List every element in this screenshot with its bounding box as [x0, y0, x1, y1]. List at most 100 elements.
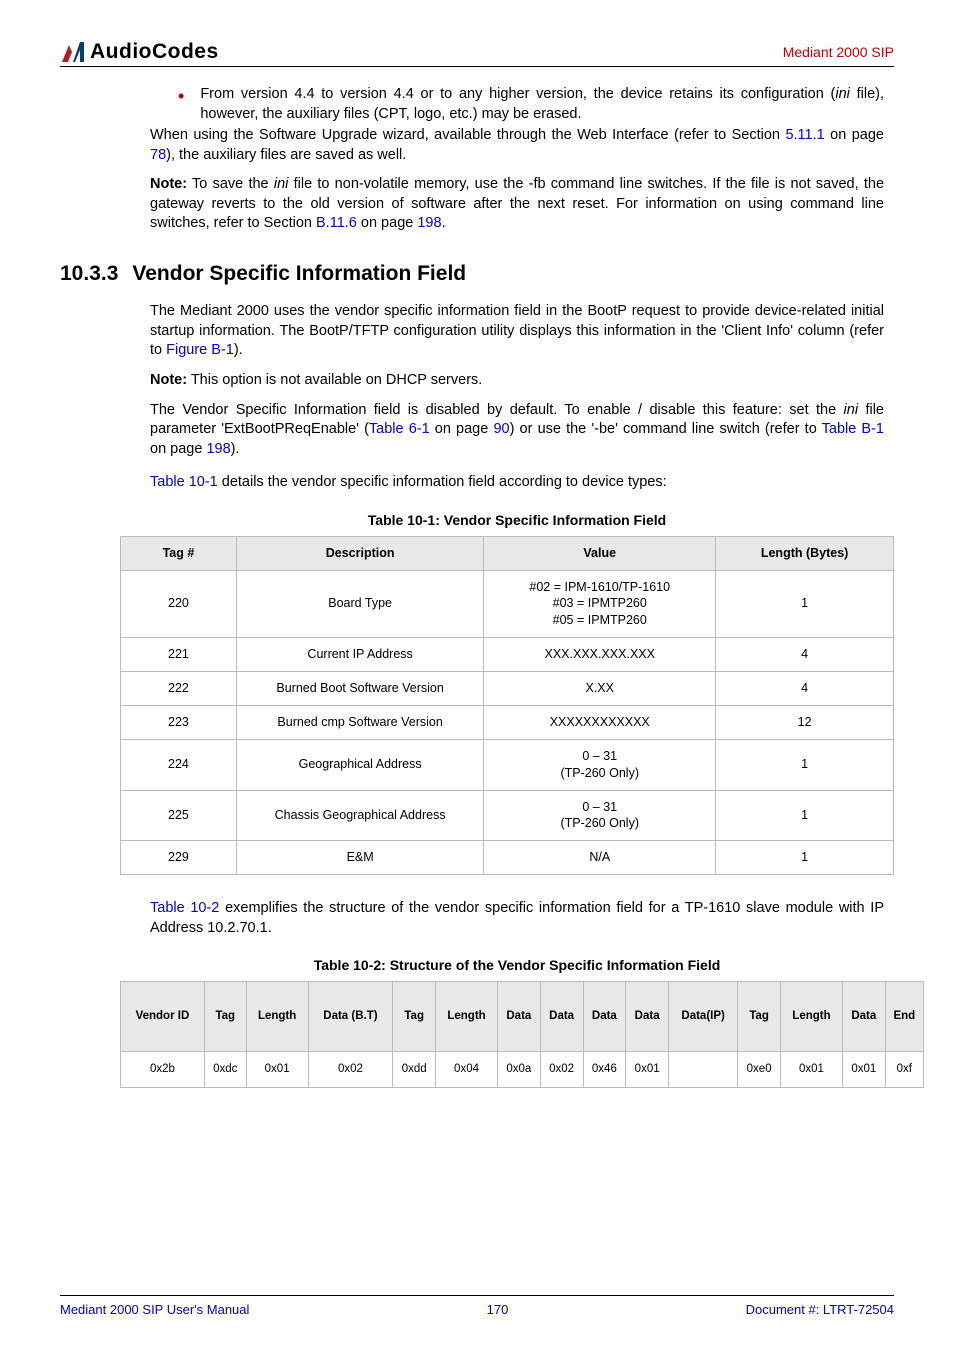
link-table-6-1[interactable]: Table 6-1	[369, 421, 430, 437]
note-label: Note:	[150, 372, 187, 388]
table-cell: 0xe0	[738, 1052, 781, 1088]
table-header-cell: Data	[842, 982, 885, 1052]
section-heading: 10.3.3 Vendor Specific Information Field	[60, 260, 884, 288]
footer-left: Mediant 2000 SIP User's Manual	[60, 1302, 249, 1317]
link-page-78[interactable]: 78	[150, 147, 166, 163]
table-cell: 222	[121, 672, 237, 706]
footer-page-number: 170	[487, 1302, 509, 1317]
paragraph: The Vendor Specific Information field is…	[150, 401, 884, 460]
vendor-structure-table: Vendor IDTagLengthData (B.T)TagLengthDat…	[120, 981, 924, 1088]
table-header-cell: Length	[436, 982, 498, 1052]
page-content: • From version 4.4 to version 4.4 or to …	[150, 85, 884, 1088]
table-cell: 1	[716, 790, 894, 841]
page-footer: Mediant 2000 SIP User's Manual 170 Docum…	[60, 1295, 894, 1317]
table-cell: 0xf	[885, 1052, 923, 1088]
table-cell: 0xdd	[393, 1052, 436, 1088]
bullet-item: • From version 4.4 to version 4.4 or to …	[178, 85, 884, 124]
table-header-cell: Vendor ID	[121, 982, 205, 1052]
table-header-row: Tag # Description Value Length (Bytes)	[121, 536, 894, 570]
table-cell: 225	[121, 790, 237, 841]
logo-icon	[60, 40, 86, 64]
table-cell: 1	[716, 739, 894, 790]
table-cell: XXX.XXX.XXX.XXX	[484, 638, 716, 672]
link-table-b-1[interactable]: Table B-1	[822, 421, 884, 437]
table-header-cell: Data	[540, 982, 583, 1052]
link-section-5-11-1[interactable]: 5.11.1	[785, 127, 824, 143]
table-cell: 0x0a	[497, 1052, 540, 1088]
table-cell: #02 = IPM-1610/TP-1610 #03 = IPMTP260 #0…	[484, 570, 716, 638]
note-paragraph: Note: This option is not available on DH…	[150, 371, 884, 391]
table-cell: 0x01	[626, 1052, 669, 1088]
table-cell: 0 – 31 (TP-260 Only)	[484, 739, 716, 790]
table-cell	[669, 1052, 738, 1088]
paragraph: Table 10-2 exemplifies the structure of …	[150, 899, 884, 938]
table-header-cell: Tag	[393, 982, 436, 1052]
paragraph: The Mediant 2000 uses the vendor specifi…	[150, 302, 884, 361]
link-table-10-2[interactable]: Table 10-2	[150, 900, 219, 916]
bullet-text: From version 4.4 to version 4.4 or to an…	[200, 85, 884, 124]
table-cell: 0x01	[842, 1052, 885, 1088]
table-header-cell: Tag	[204, 982, 246, 1052]
table-cell: 12	[716, 705, 894, 739]
table-row: 221Current IP AddressXXX.XXX.XXX.XXX4	[121, 638, 894, 672]
table-cell: 0x2b	[121, 1052, 205, 1088]
table-cell: 1	[716, 570, 894, 638]
logo-text: AudioCodes	[90, 40, 219, 64]
table-row: 225Chassis Geographical Address0 – 31 (T…	[121, 790, 894, 841]
table-header-row: Vendor IDTagLengthData (B.T)TagLengthDat…	[121, 982, 924, 1052]
table-cell: 0 – 31 (TP-260 Only)	[484, 790, 716, 841]
table-cell: E&M	[236, 841, 483, 875]
link-figure-b-1[interactable]: Figure B-1	[166, 342, 234, 358]
table-cell: 221	[121, 638, 237, 672]
table-row: 0x2b0xdc0x010x020xdd0x040x0a0x020x460x01…	[121, 1052, 924, 1088]
table-header-cell: End	[885, 982, 923, 1052]
table-cell: Geographical Address	[236, 739, 483, 790]
header-product: Mediant 2000 SIP	[783, 44, 894, 60]
table-header-cell: Length	[246, 982, 308, 1052]
table-header-cell: Data	[583, 982, 626, 1052]
link-page-198-b[interactable]: 198	[206, 441, 230, 457]
table-row: 223Burned cmp Software VersionXXXXXXXXXX…	[121, 705, 894, 739]
table-header-cell: Data	[497, 982, 540, 1052]
section-title: Vendor Specific Information Field	[132, 262, 466, 285]
link-page-90[interactable]: 90	[493, 421, 509, 437]
table-cell: Burned cmp Software Version	[236, 705, 483, 739]
table-row: 224Geographical Address0 – 31 (TP-260 On…	[121, 739, 894, 790]
table-cell: X.XX	[484, 672, 716, 706]
note-paragraph: Note: To save the ini file to non-volati…	[150, 175, 884, 234]
link-table-10-1[interactable]: Table 10-1	[150, 474, 218, 490]
table-cell: XXXXXXXXXXXX	[484, 705, 716, 739]
table-cell: 0x02	[540, 1052, 583, 1088]
table-cell: 0xdc	[204, 1052, 246, 1088]
table-cell: 223	[121, 705, 237, 739]
link-section-b-11-6[interactable]: B.11.6	[316, 215, 357, 231]
table-cell: 4	[716, 638, 894, 672]
table-cell: Board Type	[236, 570, 483, 638]
table-header-cell: Tag	[738, 982, 781, 1052]
table-cell: Chassis Geographical Address	[236, 790, 483, 841]
section-number: 10.3.3	[60, 260, 118, 288]
page-header: AudioCodes Mediant 2000 SIP	[60, 40, 894, 67]
table-cell: 229	[121, 841, 237, 875]
note-label: Note:	[150, 176, 187, 192]
table-cell: 220	[121, 570, 237, 638]
table-cell: Burned Boot Software Version	[236, 672, 483, 706]
table-header-cell: Data (B.T)	[308, 982, 393, 1052]
vendor-info-table: Tag # Description Value Length (Bytes) 2…	[120, 536, 894, 876]
table-caption: Table 10-2: Structure of the Vendor Spec…	[150, 956, 884, 975]
footer-right: Document #: LTRT-72504	[746, 1302, 894, 1317]
table-cell: 1	[716, 841, 894, 875]
table-cell: N/A	[484, 841, 716, 875]
table-cell: 0x04	[436, 1052, 498, 1088]
table-header-cell: Value	[484, 536, 716, 570]
table-cell: 4	[716, 672, 894, 706]
table-row: 229E&MN/A1	[121, 841, 894, 875]
link-page-198[interactable]: 198	[417, 215, 441, 231]
table-header-cell: Tag #	[121, 536, 237, 570]
table-header-cell: Data	[626, 982, 669, 1052]
paragraph: When using the Software Upgrade wizard, …	[150, 126, 884, 165]
bullet-icon: •	[178, 87, 184, 124]
table-cell: 0x02	[308, 1052, 393, 1088]
table-row: 220Board Type#02 = IPM-1610/TP-1610 #03 …	[121, 570, 894, 638]
table-header-cell: Data(IP)	[669, 982, 738, 1052]
